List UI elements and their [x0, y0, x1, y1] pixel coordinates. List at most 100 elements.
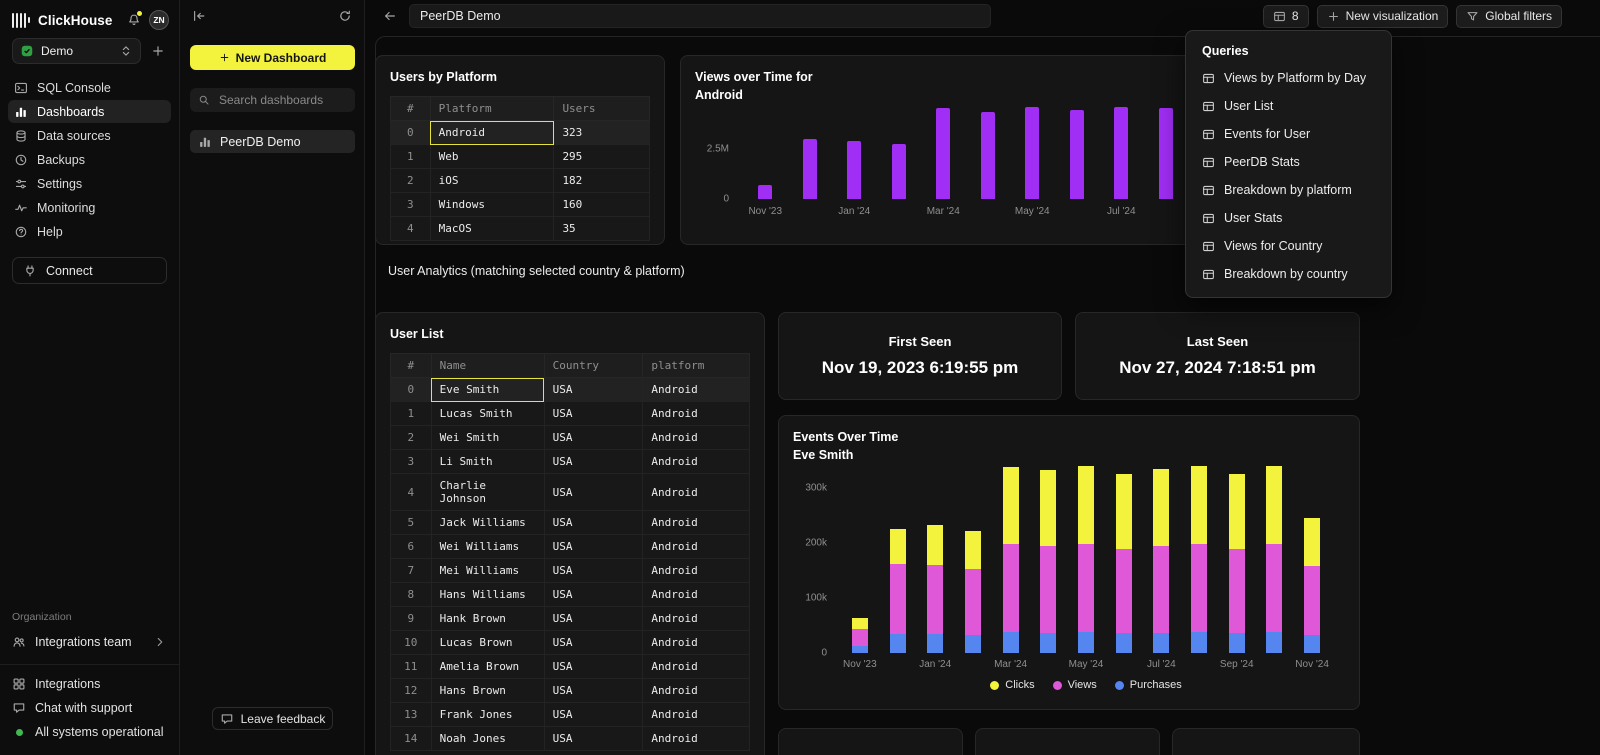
chart-bar[interactable]: [1153, 455, 1169, 653]
bar-segment-clicks[interactable]: [1191, 466, 1207, 544]
bar-segment-views[interactable]: [1116, 549, 1132, 633]
row-index-cell[interactable]: 2: [391, 169, 431, 193]
row-index-cell[interactable]: 11: [391, 655, 432, 679]
table-cell[interactable]: USA: [544, 426, 643, 450]
row-index-cell[interactable]: 10: [391, 631, 432, 655]
query-menu-item-views-by-platform-by-day[interactable]: Views by Platform by Day: [1186, 64, 1391, 92]
table-cell[interactable]: Android: [643, 655, 750, 679]
table-cell[interactable]: USA: [544, 511, 643, 535]
dashboard-title-input[interactable]: [409, 4, 991, 28]
sidebar-item-monitoring[interactable]: Monitoring: [8, 196, 171, 219]
chart-bar[interactable]: [1070, 110, 1084, 199]
bar-segment-purchases[interactable]: [1003, 632, 1019, 653]
row-index-cell[interactable]: 4: [391, 217, 431, 241]
row-index-cell[interactable]: 0: [391, 378, 432, 402]
table-cell[interactable]: Android: [643, 474, 750, 511]
sidebar-footer-item-chat-with-support[interactable]: Chat with support: [12, 697, 167, 719]
table-cell[interactable]: Mei Williams: [431, 559, 544, 583]
table-cell[interactable]: Li Smith: [431, 450, 544, 474]
column-header-country[interactable]: Country: [544, 354, 643, 378]
new-dashboard-button[interactable]: New Dashboard: [190, 45, 355, 70]
chart-bar[interactable]: [1191, 455, 1207, 653]
table-cell[interactable]: Android: [643, 631, 750, 655]
sidebar-item-integrations-team[interactable]: Integrations team: [0, 630, 179, 654]
chart-bar[interactable]: [847, 141, 861, 199]
bar-segment-clicks[interactable]: [1078, 466, 1094, 544]
row-index-cell[interactable]: 14: [391, 727, 432, 751]
query-menu-item-user-stats[interactable]: User Stats: [1186, 204, 1391, 232]
row-index-cell[interactable]: 3: [391, 193, 431, 217]
bar-segment-clicks[interactable]: [1229, 474, 1245, 549]
column-header-platform[interactable]: platform: [643, 354, 750, 378]
search-input[interactable]: [217, 92, 347, 108]
bar-segment-purchases[interactable]: [1040, 633, 1056, 653]
bar-segment-clicks[interactable]: [1116, 474, 1132, 549]
connect-button[interactable]: Connect: [12, 257, 167, 284]
table-cell[interactable]: USA: [544, 378, 643, 402]
table-cell[interactable]: USA: [544, 727, 643, 751]
refresh-icon[interactable]: [338, 9, 352, 23]
bar-segment-purchases[interactable]: [1116, 633, 1132, 653]
chart-bar[interactable]: [1025, 107, 1039, 199]
row-index-cell[interactable]: 4: [391, 474, 432, 511]
row-index-cell[interactable]: 3: [391, 450, 432, 474]
table-cell[interactable]: USA: [544, 474, 643, 511]
table-cell[interactable]: Android: [643, 559, 750, 583]
table-cell[interactable]: Android: [643, 727, 750, 751]
row-index-cell[interactable]: 12: [391, 679, 432, 703]
table-cell[interactable]: USA: [544, 703, 643, 727]
legend-item-purchases[interactable]: Purchases: [1115, 679, 1182, 691]
bar-segment-purchases[interactable]: [1153, 633, 1169, 653]
table-cell[interactable]: Android: [643, 402, 750, 426]
bar-segment-purchases[interactable]: [1266, 632, 1282, 653]
table-cell[interactable]: Jack Williams: [431, 511, 544, 535]
chart-bar[interactable]: [936, 108, 950, 199]
bar-segment-purchases[interactable]: [927, 634, 943, 653]
table-cell[interactable]: Android: [643, 679, 750, 703]
bar-segment-views[interactable]: [852, 629, 868, 646]
table-cell[interactable]: Android: [643, 703, 750, 727]
sidebar-item-help[interactable]: Help: [8, 220, 171, 243]
table-cell[interactable]: 35: [554, 217, 650, 241]
bar-segment-views[interactable]: [1304, 566, 1320, 635]
sidebar-footer-item-all-systems-operational[interactable]: All systems operational: [12, 721, 167, 743]
row-index-cell[interactable]: 7: [391, 559, 432, 583]
chart-bar[interactable]: [892, 144, 906, 199]
table-cell[interactable]: MacOS: [430, 217, 554, 241]
column-header-users[interactable]: Users: [554, 97, 650, 121]
bar-segment-purchases[interactable]: [1191, 632, 1207, 653]
bar-segment-views[interactable]: [1266, 544, 1282, 632]
sidebar-item-data-sources[interactable]: Data sources: [8, 124, 171, 147]
column-header-[interactable]: #: [391, 97, 431, 121]
table-cell[interactable]: Charlie Johnson: [431, 474, 544, 511]
chart-bar[interactable]: [1266, 455, 1282, 653]
table-cell[interactable]: Web: [430, 145, 554, 169]
bar-segment-views[interactable]: [965, 569, 981, 635]
table-cell[interactable]: USA: [544, 402, 643, 426]
table-cell[interactable]: Amelia Brown: [431, 655, 544, 679]
legend-item-views[interactable]: Views: [1053, 679, 1097, 691]
chart-bar[interactable]: [1040, 455, 1056, 653]
bar-segment-views[interactable]: [890, 564, 906, 634]
table-cell[interactable]: Windows: [430, 193, 554, 217]
table-cell[interactable]: 160: [554, 193, 650, 217]
sidebar-item-sql-console[interactable]: SQL Console: [8, 76, 171, 99]
bar-segment-clicks[interactable]: [890, 529, 906, 564]
bar-segment-views[interactable]: [1040, 546, 1056, 632]
table-cell[interactable]: Hank Brown: [431, 607, 544, 631]
table-cell[interactable]: USA: [544, 607, 643, 631]
chart-bar[interactable]: [981, 112, 995, 199]
chart-bar[interactable]: [1078, 455, 1094, 653]
query-menu-item-breakdown-by-country[interactable]: Breakdown by country: [1186, 260, 1391, 288]
table-cell[interactable]: USA: [544, 631, 643, 655]
notifications-bell-icon[interactable]: [127, 13, 141, 27]
bar-segment-clicks[interactable]: [1266, 466, 1282, 544]
bar-segment-views[interactable]: [927, 565, 943, 634]
table-cell[interactable]: Lucas Brown: [431, 631, 544, 655]
table-cell[interactable]: USA: [544, 535, 643, 559]
table-cell[interactable]: Hans Williams: [431, 583, 544, 607]
legend-item-clicks[interactable]: Clicks: [990, 679, 1034, 691]
row-index-cell[interactable]: 5: [391, 511, 432, 535]
chart-bar[interactable]: [852, 455, 868, 653]
chart-bar[interactable]: [890, 455, 906, 653]
